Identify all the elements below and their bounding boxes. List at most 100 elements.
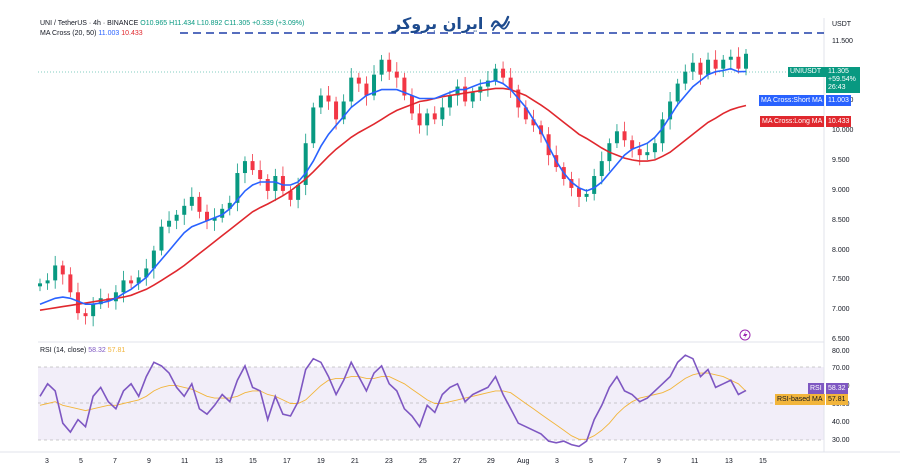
symbol-header[interactable]: UNI / TetherUS · 4h · BINANCE O10.965 H1… — [40, 20, 304, 27]
ohlc-high: H11.434 — [169, 20, 196, 27]
rsi-tag-label: RSI — [810, 385, 822, 392]
time-tick-label: 9 — [147, 458, 151, 465]
candle-body — [501, 68, 506, 78]
candle-body — [584, 193, 589, 197]
time-tick-label: 17 — [283, 458, 291, 465]
time-tick-label: 15 — [249, 458, 257, 465]
candle-body — [296, 184, 301, 200]
candle-body — [174, 214, 179, 221]
candle-body — [129, 280, 134, 284]
candle-body — [68, 274, 73, 293]
candle-body — [417, 113, 422, 126]
candle-body — [614, 131, 619, 144]
ma-short-tag-value: 11.003 — [828, 97, 849, 104]
chart-canvas[interactable] — [0, 0, 900, 471]
rsi-ma-header-value: 57.81 — [107, 347, 126, 354]
time-tick-label: 21 — [351, 458, 359, 465]
candle-body — [364, 83, 369, 96]
candle-body — [744, 53, 748, 69]
candle-body — [387, 59, 392, 72]
rsi-tick-label: 70.00 — [832, 365, 850, 373]
candle-body — [493, 68, 498, 81]
candle-body — [159, 226, 164, 251]
time-tick-label: 7 — [623, 458, 627, 465]
candle-body — [265, 179, 270, 191]
candle-body — [60, 265, 65, 275]
candle-body — [318, 95, 323, 108]
rsi-band — [38, 367, 824, 440]
candle-body — [432, 113, 437, 120]
time-tick-label: 3 — [555, 458, 559, 465]
price-tick-label: 11.500 — [832, 37, 853, 45]
chart-trend-icon — [491, 15, 511, 31]
candle-body — [713, 59, 718, 69]
price-tick-label: 8.000 — [832, 246, 850, 254]
time-tick-label: 13 — [215, 458, 223, 465]
rsi-indicator-label[interactable]: RSI (14, close) — [40, 347, 86, 354]
candle-body — [349, 77, 354, 102]
candle-body — [721, 59, 726, 69]
time-tick-label: 3 — [45, 458, 49, 465]
candle-body — [121, 280, 126, 293]
time-tick-label: 5 — [79, 458, 83, 465]
candle-body — [311, 107, 316, 144]
candle-body — [470, 92, 475, 102]
last-price-symbol: UNIUSDT — [790, 68, 822, 75]
ohlc-open: O10.965 — [140, 20, 168, 27]
time-tick-label: 5 — [589, 458, 593, 465]
candle-body — [250, 161, 255, 171]
candle-body — [91, 304, 96, 317]
rsi-ma-tag: RSI-based MA — [775, 394, 825, 405]
ma-long-tag-label: MA Cross:Long MA — [762, 118, 823, 125]
price-tick-label: 8.500 — [832, 216, 850, 224]
candle-body — [728, 56, 733, 60]
candle-body — [599, 161, 604, 177]
ohlc-change: +0.339 (+3.09%) — [252, 20, 305, 27]
last-price-tag: UNIUSDT — [788, 67, 826, 77]
ma-long-tag: MA Cross:Long MA — [760, 116, 825, 127]
ma-indicator-label[interactable]: MA Cross (20, 50) — [40, 30, 96, 37]
symbol-title[interactable]: UNI / TetherUS · 4h · BINANCE — [40, 20, 138, 27]
rsi-ma-value-tag: 57.81 — [826, 394, 848, 405]
candle-body — [356, 77, 361, 84]
bar-countdown: 26:43 — [828, 84, 846, 91]
candle-body — [45, 280, 50, 284]
rsi-header-value: 58.32 — [88, 347, 106, 354]
ma-indicator-header[interactable]: MA Cross (20, 50) 11.003 10.433 — [40, 30, 143, 37]
time-tick-label: 19 — [317, 458, 325, 465]
candle-body — [706, 59, 711, 75]
time-tick-label: 29 — [487, 458, 495, 465]
ohlc-low: L10.892 — [196, 20, 223, 27]
ohlc-close: C11.305 — [224, 20, 251, 27]
price-tick-label: 6.500 — [832, 336, 850, 343]
candle-body — [447, 95, 452, 108]
rsi-tick-label: 30.00 — [832, 437, 850, 445]
candle-body — [182, 205, 187, 215]
candle-body — [83, 313, 88, 317]
candle-body — [75, 292, 80, 314]
candle-body — [334, 101, 339, 120]
time-tick-label: 9 — [657, 458, 661, 465]
rsi-ma-tag-label: RSI-based MA — [777, 396, 823, 403]
candle-body — [645, 152, 650, 156]
time-tick-label: Aug — [517, 458, 530, 465]
time-tick-label: 7 — [113, 458, 117, 465]
candle-body — [698, 62, 703, 75]
candle-body — [683, 71, 688, 84]
candle-body — [258, 170, 263, 179]
candle-body — [379, 59, 384, 75]
rsi-tick-label: 80.00 — [832, 347, 850, 355]
currency-label[interactable]: USDT — [832, 21, 851, 28]
candle-body — [189, 196, 194, 206]
time-tick-label: 11 — [181, 458, 189, 465]
candle-body — [197, 196, 202, 212]
candle-body — [280, 176, 285, 191]
time-tick-label: 23 — [385, 458, 393, 465]
candle-body — [637, 149, 642, 156]
ma-long-value-tag: 10.433 — [826, 116, 852, 127]
ma-short-tag-label: MA Cross:Short MA — [761, 97, 823, 104]
candle-body — [736, 56, 741, 69]
candle-body — [622, 131, 627, 141]
time-tick-label: 13 — [725, 458, 733, 465]
rsi-header[interactable]: RSI (14, close) 58.32 57.81 — [40, 347, 125, 354]
